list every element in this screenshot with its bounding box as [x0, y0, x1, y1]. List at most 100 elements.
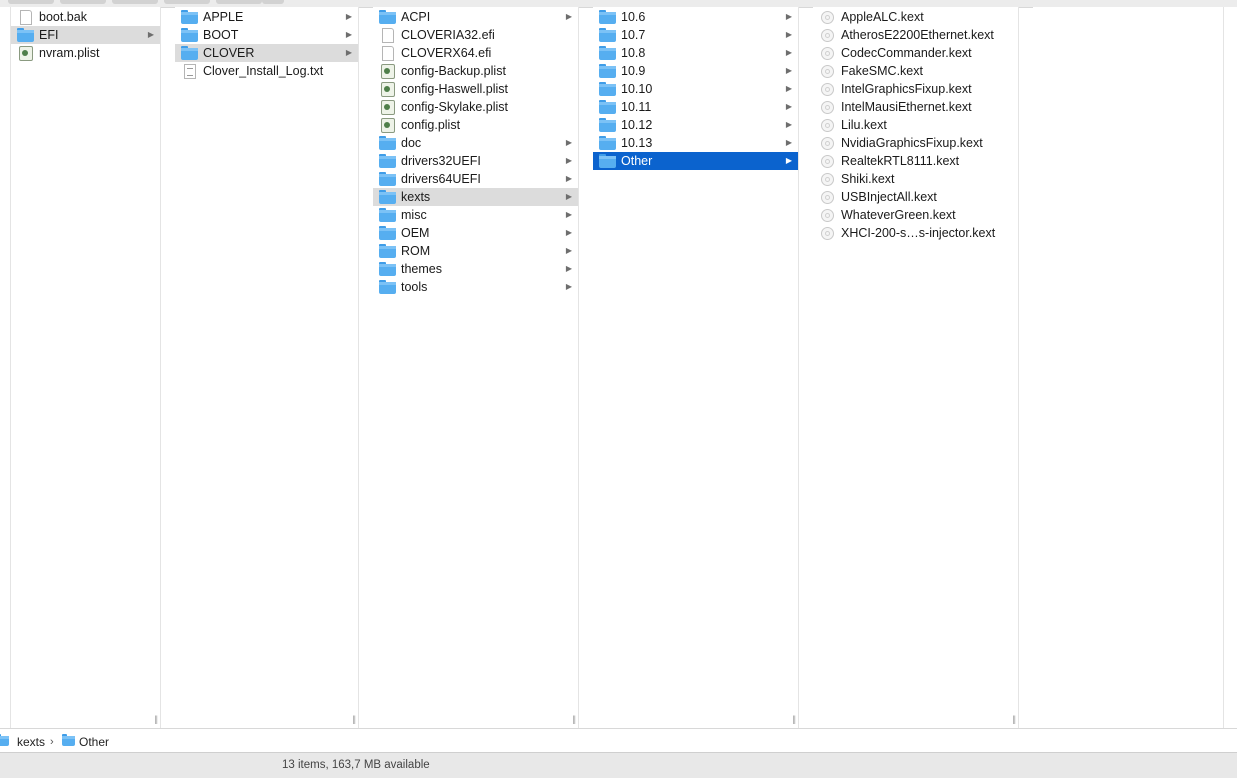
folder-icon — [599, 154, 617, 168]
file-item-label: config.plist — [401, 118, 461, 132]
file-item-tools[interactable]: tools ▶ — [373, 278, 578, 296]
column-resize-handle[interactable]: || — [572, 714, 576, 724]
file-item-clover[interactable]: CLOVER ▶ — [175, 44, 358, 62]
file-item-10-9[interactable]: 10.9 ▶ — [593, 62, 798, 80]
kext-icon — [819, 46, 837, 60]
file-item-label: AtherosE2200Ethernet.kext — [841, 28, 994, 42]
path-separator: › — [50, 736, 54, 748]
disclosure-arrow-icon: ▶ — [785, 120, 792, 129]
column-resize-handle[interactable]: || — [1012, 714, 1016, 724]
disclosure-arrow-icon: ▶ — [345, 30, 352, 39]
file-item-config-backup-plist[interactable]: config-Backup.plist — [373, 62, 578, 80]
file-item-rom[interactable]: ROM ▶ — [373, 242, 578, 260]
file-item-10-10[interactable]: 10.10 ▶ — [593, 80, 798, 98]
disclosure-arrow-icon: ▶ — [565, 174, 572, 183]
path-crumb-other[interactable]: Other — [62, 734, 122, 750]
file-item-label: 10.10 — [621, 82, 653, 96]
file-item-10-8[interactable]: 10.8 ▶ — [593, 44, 798, 62]
column-4[interactable]: 10.6 ▶ 10.7 ▶ 10.8 ▶ 10.9 ▶ 10.10 ▶ 10.11 ▶ 10.12 ▶ 10… — [593, 7, 799, 728]
file-item-acpi[interactable]: ACPI ▶ — [373, 8, 578, 26]
file-item-usbinjectall-kext[interactable]: USBInjectAll.kext — [813, 188, 1018, 206]
disclosure-arrow-icon: ▶ — [785, 138, 792, 147]
file-item-other[interactable]: Other ▶ — [593, 152, 798, 170]
document-icon — [379, 28, 397, 43]
file-item-label: themes — [401, 262, 442, 276]
file-item-label: IntelMausiEthernet.kext — [841, 100, 972, 114]
column-3[interactable]: ACPI ▶ CLOVERIA32.efi CLOVERX64.efi config-B… — [373, 7, 579, 728]
file-item-intelmausiethernet-kext[interactable]: IntelMausiEthernet.kext — [813, 98, 1018, 116]
file-item-config-skylake-plist[interactable]: config-Skylake.plist — [373, 98, 578, 116]
document-icon — [379, 46, 397, 61]
file-item-label: 10.13 — [621, 136, 653, 150]
disclosure-arrow-icon: ▶ — [565, 138, 572, 147]
disclosure-arrow-icon: ▶ — [565, 210, 572, 219]
folder-icon — [181, 46, 199, 60]
disclosure-arrow-icon: ▶ — [785, 30, 792, 39]
file-item-applealc-kext[interactable]: AppleALC.kext — [813, 8, 1018, 26]
kext-icon — [819, 208, 837, 222]
file-item-boot-bak[interactable]: boot.bak — [11, 8, 160, 26]
folder-icon — [181, 10, 199, 24]
file-item-nvidiagraphicsfixup-kext[interactable]: NvidiaGraphicsFixup.kext — [813, 134, 1018, 152]
path-crumb-kexts[interactable]: kexts — [0, 734, 50, 750]
file-item-label: IntelGraphicsFixup.kext — [841, 82, 972, 96]
disclosure-arrow-icon: ▶ — [785, 12, 792, 21]
plist-icon — [379, 64, 397, 79]
file-item-config-plist[interactable]: config.plist — [373, 116, 578, 134]
file-item-shiki-kext[interactable]: Shiki.kext — [813, 170, 1018, 188]
file-item-label: ROM — [401, 244, 431, 258]
text-file-icon — [181, 64, 199, 79]
column-resize-handle[interactable]: || — [792, 714, 796, 724]
file-item-label: APPLE — [203, 10, 244, 24]
file-item-intelgraphicsfixup-kext[interactable]: IntelGraphicsFixup.kext — [813, 80, 1018, 98]
kext-icon — [819, 172, 837, 186]
file-item-drivers32uefi[interactable]: drivers32UEFI ▶ — [373, 152, 578, 170]
folder-icon — [599, 118, 617, 132]
file-item-themes[interactable]: themes ▶ — [373, 260, 578, 278]
kext-icon — [819, 10, 837, 24]
file-item-10-13[interactable]: 10.13 ▶ — [593, 134, 798, 152]
file-item-boot[interactable]: BOOT ▶ — [175, 26, 358, 44]
column-scroll-edge — [1224, 7, 1237, 728]
file-item-fakesmc-kext[interactable]: FakeSMC.kext — [813, 62, 1018, 80]
file-item-10-11[interactable]: 10.11 ▶ — [593, 98, 798, 116]
file-item-label: config-Skylake.plist — [401, 100, 508, 114]
file-item-realtekrtl8111-kext[interactable]: RealtekRTL8111.kext — [813, 152, 1018, 170]
disclosure-arrow-icon: ▶ — [785, 84, 792, 93]
column-resize-handle[interactable]: || — [154, 714, 158, 724]
file-item-cloverx64-efi[interactable]: CLOVERX64.efi — [373, 44, 578, 62]
document-icon — [17, 10, 35, 25]
column-scroll-edge — [0, 7, 11, 728]
file-item-kexts[interactable]: kexts ▶ — [373, 188, 578, 206]
column-5[interactable]: AppleALC.kext AtherosE2200Ethernet.kext Co… — [813, 7, 1019, 728]
folder-icon — [379, 190, 397, 204]
column-1[interactable]: boot.bak EFI ▶ nvram.plist || — [11, 7, 161, 728]
file-item-nvram-plist[interactable]: nvram.plist — [11, 44, 160, 62]
file-item-drivers64uefi[interactable]: drivers64UEFI ▶ — [373, 170, 578, 188]
file-item-10-6[interactable]: 10.6 ▶ — [593, 8, 798, 26]
column-2[interactable]: APPLE ▶ BOOT ▶ CLOVER ▶ Clover_Install_Log.txt… — [175, 7, 359, 728]
file-item-whatevergreen-kext[interactable]: WhateverGreen.kext — [813, 206, 1018, 224]
file-item-config-haswell-plist[interactable]: config-Haswell.plist — [373, 80, 578, 98]
file-item-label: ACPI — [401, 10, 431, 24]
file-item-oem[interactable]: OEM ▶ — [373, 224, 578, 242]
column-6[interactable] — [1033, 7, 1224, 728]
file-item-label: Lilu.kext — [841, 118, 887, 132]
file-item-label: 10.8 — [621, 46, 646, 60]
file-item-atherose2200ethernet-kext[interactable]: AtherosE2200Ethernet.kext — [813, 26, 1018, 44]
file-item-10-7[interactable]: 10.7 ▶ — [593, 26, 798, 44]
file-item-label: 10.12 — [621, 118, 653, 132]
file-item-xhci-200-s-s-injector-kext[interactable]: XHCI-200-s…s-injector.kext — [813, 224, 1018, 242]
file-item-10-12[interactable]: 10.12 ▶ — [593, 116, 798, 134]
file-item-efi[interactable]: EFI ▶ — [11, 26, 160, 44]
file-item-clover-install-log-txt[interactable]: Clover_Install_Log.txt — [175, 62, 358, 80]
file-item-lilu-kext[interactable]: Lilu.kext — [813, 116, 1018, 134]
file-item-misc[interactable]: misc ▶ — [373, 206, 578, 224]
file-item-cloveria32-efi[interactable]: CLOVERIA32.efi — [373, 26, 578, 44]
file-item-apple[interactable]: APPLE ▶ — [175, 8, 358, 26]
file-item-codeccommander-kext[interactable]: CodecCommander.kext — [813, 44, 1018, 62]
file-item-doc[interactable]: doc ▶ — [373, 134, 578, 152]
folder-icon — [379, 244, 397, 258]
disclosure-arrow-icon: ▶ — [785, 66, 792, 75]
column-resize-handle[interactable]: || — [352, 714, 356, 724]
